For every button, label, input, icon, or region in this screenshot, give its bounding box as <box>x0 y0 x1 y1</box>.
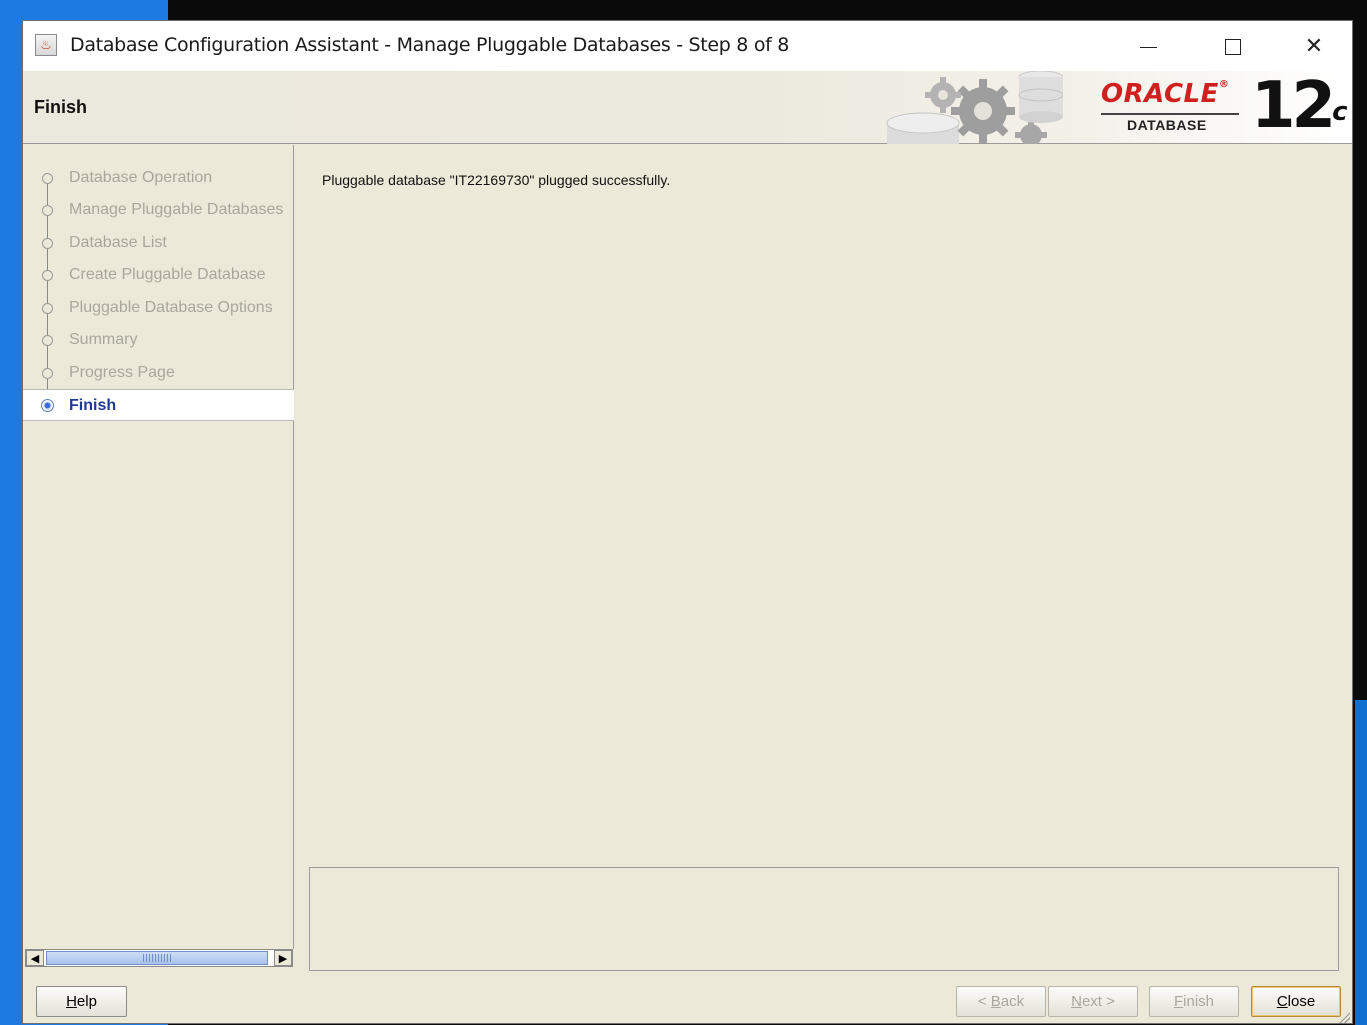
java-coffee-icon: ♨ <box>35 34 57 56</box>
scroll-right-arrow-icon[interactable]: ▶ <box>274 950 292 966</box>
oracle-logo-rule <box>1101 113 1239 115</box>
details-text-area[interactable] <box>309 867 1339 971</box>
help-button[interactable]: Help <box>36 986 127 1017</box>
step-summary[interactable]: Summary <box>23 324 294 356</box>
step-dot-icon <box>42 303 53 314</box>
scrollbar-grip-icon <box>143 954 173 962</box>
step-database-list[interactable]: Database List <box>23 227 294 259</box>
dbca-window: ♨ Database Configuration Assistant - Man… <box>22 20 1353 1024</box>
version-badge: 12c <box>1251 69 1348 143</box>
oracle-brand-text: ORACLE® <box>1101 79 1230 109</box>
scroll-left-arrow-icon[interactable]: ◀ <box>26 950 44 966</box>
back-button[interactable]: < Back <box>956 986 1046 1017</box>
wizard-footer: Help < Back Next > Finish Close <box>23 971 1352 1025</box>
next-button[interactable]: Next > <box>1048 986 1138 1017</box>
step-manage-pluggable-databases[interactable]: Manage Pluggable Databases <box>23 194 294 226</box>
wizard-steps-panel: Database Operation Manage Pluggable Data… <box>23 145 294 949</box>
step-pluggable-database-options[interactable]: Pluggable Database Options <box>23 292 294 324</box>
wizard-header: Finish ORACLE® DATABASE 12c <box>23 71 1352 144</box>
step-dot-icon <box>42 205 53 216</box>
minimize-button[interactable] <box>1108 21 1188 71</box>
step-dot-icon <box>42 173 53 184</box>
desktop-background-right <box>1355 700 1367 1025</box>
step-create-pluggable-database[interactable]: Create Pluggable Database <box>23 259 294 291</box>
current-step-icon <box>41 399 54 412</box>
steps-horizontal-scrollbar[interactable]: ◀ ▶ <box>25 949 293 967</box>
minimize-icon <box>1139 46 1157 48</box>
maximize-icon <box>1225 39 1241 56</box>
title-bar[interactable]: ♨ Database Configuration Assistant - Man… <box>23 21 1352 71</box>
window-title: Database Configuration Assistant - Manag… <box>70 34 790 56</box>
gears-database-graphic-icon <box>886 71 1063 144</box>
close-icon: ✕ <box>1304 33 1324 58</box>
close-button[interactable]: Close <box>1251 986 1341 1017</box>
step-dot-icon <box>42 270 53 281</box>
resize-grip-icon[interactable] <box>1338 1011 1350 1023</box>
step-database-operation[interactable]: Database Operation <box>23 162 294 194</box>
content-area: Pluggable database "IT22169730" plugged … <box>295 145 1353 971</box>
success-message: Pluggable database "IT22169730" plugged … <box>322 172 671 188</box>
step-progress-page[interactable]: Progress Page <box>23 357 294 389</box>
scrollbar-thumb[interactable] <box>46 951 268 965</box>
oracle-database-logo: ORACLE® DATABASE <box>1101 77 1251 137</box>
step-dot-icon <box>42 335 53 346</box>
maximize-button[interactable] <box>1193 21 1273 71</box>
finish-button[interactable]: Finish <box>1149 986 1239 1017</box>
step-dot-icon <box>42 238 53 249</box>
step-dot-icon <box>42 368 53 379</box>
page-title: Finish <box>34 97 87 117</box>
oracle-product-text: DATABASE <box>1127 117 1207 133</box>
step-finish[interactable]: Finish <box>23 389 294 421</box>
close-window-button[interactable]: ✕ <box>1274 21 1354 71</box>
